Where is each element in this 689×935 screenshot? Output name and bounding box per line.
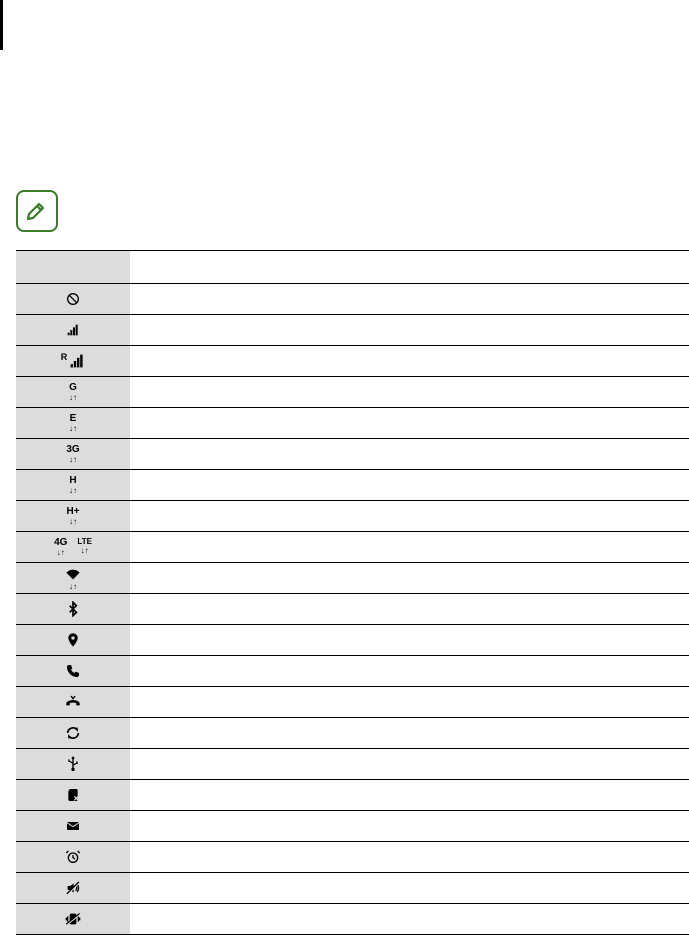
desc-cell (130, 811, 689, 841)
table-row: H↓↑ (16, 470, 689, 501)
sync-icon (16, 718, 130, 748)
table-row (16, 315, 689, 346)
new-message-icon (16, 811, 130, 841)
header-desc-cell (130, 251, 689, 283)
wifi-icon: ↓↑ (16, 563, 130, 593)
desc-cell (130, 718, 689, 748)
desc-cell (130, 315, 689, 345)
table-header-row (16, 251, 689, 284)
table-row (16, 625, 689, 656)
header-icon-cell (16, 251, 130, 283)
edge-network-icon: E↓↑ (16, 408, 130, 438)
desc-cell (130, 594, 689, 624)
hspa-network-icon: H↓↑ (16, 470, 130, 500)
page: R G↓↑ E↓↑ 3G↓↑ (0, 0, 689, 932)
table-row (16, 811, 689, 842)
desc-cell (130, 408, 689, 438)
desc-cell (130, 470, 689, 500)
desc-cell (130, 346, 689, 376)
roaming-icon: R (16, 346, 130, 376)
no-sim-icon (16, 780, 130, 810)
table-row: ↓↑ (16, 563, 689, 594)
desc-cell (130, 501, 689, 531)
table-row: 3G↓↑ (16, 439, 689, 470)
table-row (16, 284, 689, 315)
desc-cell (130, 532, 689, 562)
signal-strength-icon (16, 315, 130, 345)
no-signal-icon (16, 284, 130, 314)
table-row (16, 842, 689, 873)
desc-cell (130, 625, 689, 655)
gprs-network-icon: G↓↑ (16, 377, 130, 407)
vibrate-icon (16, 904, 130, 934)
desc-cell (130, 284, 689, 314)
desc-cell (130, 439, 689, 469)
table-row: R (16, 346, 689, 377)
desc-cell (130, 687, 689, 717)
desc-cell (130, 377, 689, 407)
indicator-icons-table: R G↓↑ E↓↑ 3G↓↑ (16, 250, 689, 935)
table-row: 4G↓↑ LTE↓↑ (16, 532, 689, 563)
table-row: H+↓↑ (16, 501, 689, 532)
table-row (16, 687, 689, 718)
bluetooth-icon (16, 594, 130, 624)
table-row (16, 718, 689, 749)
hspa-plus-network-icon: H+↓↑ (16, 501, 130, 531)
desc-cell (130, 873, 689, 903)
4g-lte-network-icon: 4G↓↑ LTE↓↑ (16, 532, 130, 562)
table-row: E↓↑ (16, 408, 689, 439)
alarm-icon (16, 842, 130, 872)
desc-cell (130, 749, 689, 779)
3g-network-icon: 3G↓↑ (16, 439, 130, 469)
table-row (16, 904, 689, 934)
missed-call-icon (16, 687, 130, 717)
desc-cell (130, 656, 689, 686)
note-icon (16, 190, 58, 232)
gps-location-icon (16, 625, 130, 655)
desc-cell (130, 904, 689, 934)
desc-cell (130, 563, 689, 593)
table-row: G↓↑ (16, 377, 689, 408)
table-row (16, 749, 689, 780)
mute-icon (16, 873, 130, 903)
table-row (16, 873, 689, 904)
call-in-progress-icon (16, 656, 130, 686)
header-accent-bar (0, 0, 3, 50)
usb-connected-icon (16, 749, 130, 779)
desc-cell (130, 780, 689, 810)
table-row (16, 594, 689, 625)
desc-cell (130, 842, 689, 872)
table-row (16, 780, 689, 811)
table-row (16, 656, 689, 687)
